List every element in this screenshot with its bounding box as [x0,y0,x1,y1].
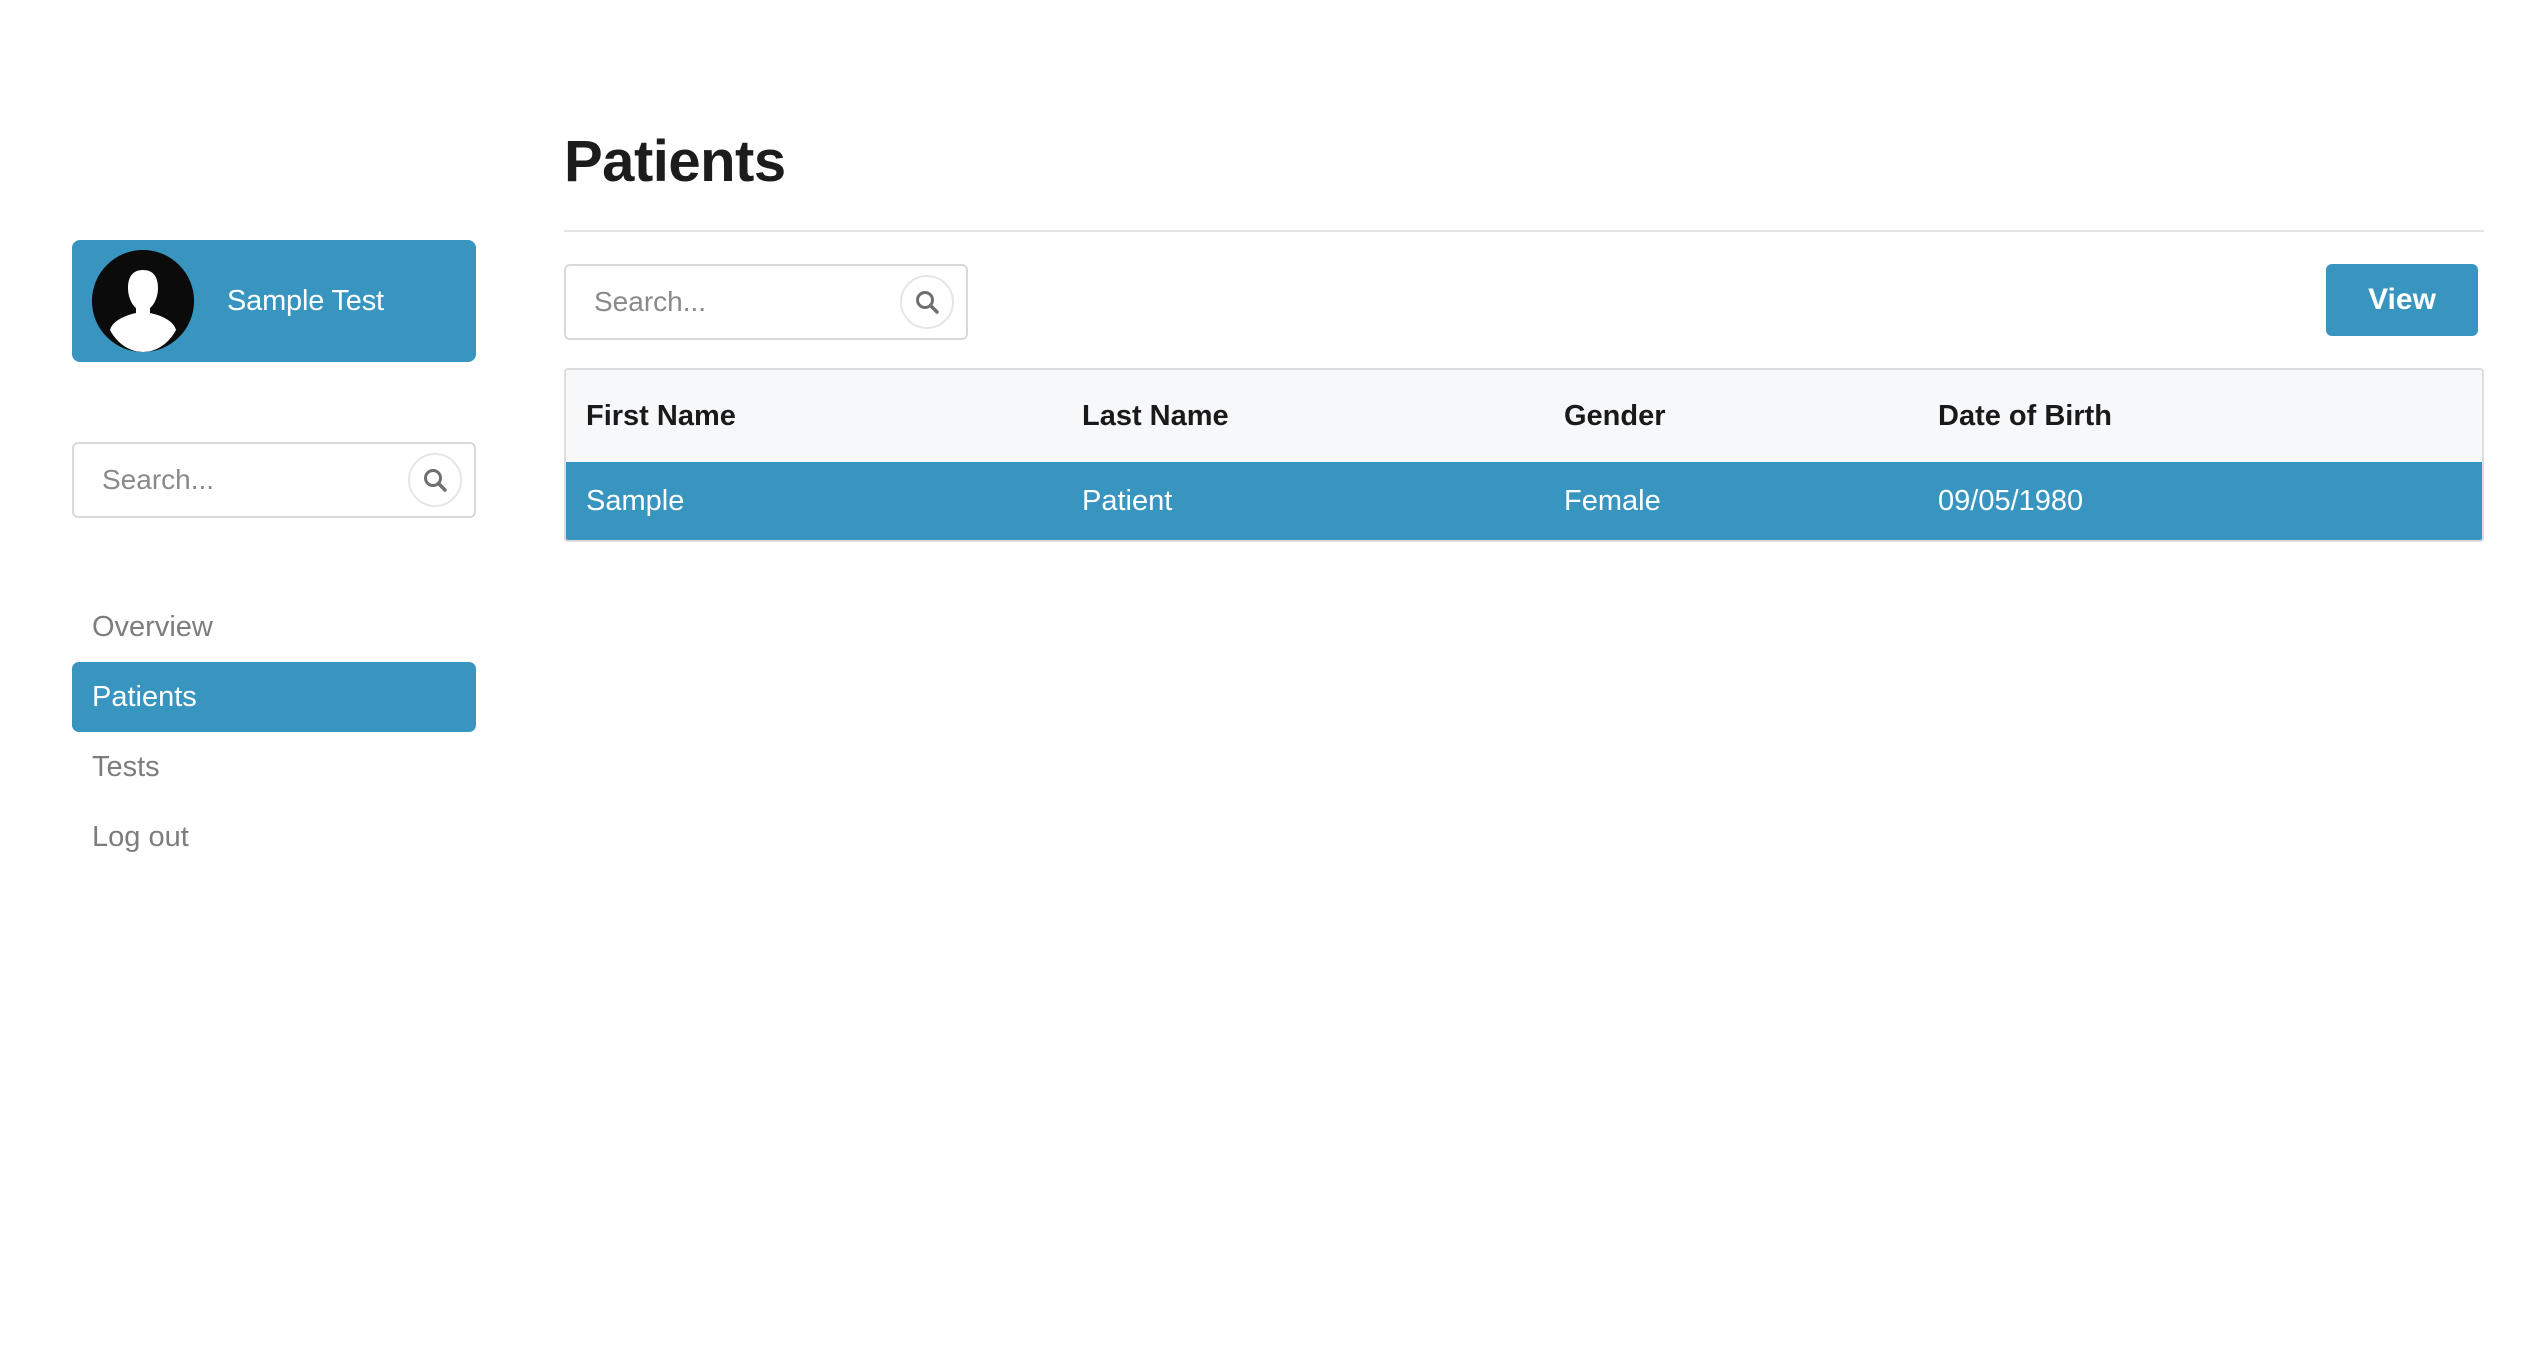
patients-table: First Name Last Name Gender Date of Birt… [564,368,2484,542]
sidebar-item-patients[interactable]: Patients [72,662,476,732]
cell-first-name: Sample [586,484,685,517]
page-title: Patients [564,129,786,194]
view-button[interactable]: View [2326,264,2478,336]
sidebar-item-label: Log out [92,820,189,853]
sidebar-item-label: Patients [92,680,197,713]
sidebar-item-label: Overview [92,610,213,643]
cell-gender: Female [1564,484,1661,517]
search-icon[interactable] [900,275,954,329]
table-row[interactable]: Sample Patient Female 09/05/1980 [566,462,2482,540]
sidebar-item-tests[interactable]: Tests [72,732,476,802]
column-header-first-name[interactable]: First Name [566,400,1062,433]
search-icon[interactable] [408,453,462,507]
user-card[interactable]: Sample Test [72,240,476,362]
column-header-gender[interactable]: Gender [1544,400,1918,433]
title-divider [564,230,2484,232]
patient-search [564,264,968,340]
cell-date-of-birth: 09/05/1980 [1938,484,2084,517]
cell-last-name: Patient [1082,484,1173,517]
sidebar-item-label: Tests [92,750,160,783]
user-silhouette-icon [92,250,194,352]
sidebar-item-overview[interactable]: Overview [72,592,476,662]
sidebar-nav: Overview Patients Tests Log out [72,592,476,872]
column-header-date-of-birth[interactable]: Date of Birth [1918,400,2482,433]
sidebar-item-logout[interactable]: Log out [72,802,476,872]
table-header: First Name Last Name Gender Date of Birt… [566,370,2482,462]
sidebar: Sample Test Overview Patients Tests Log … [72,240,476,872]
sidebar-search [72,442,476,518]
user-name: Sample Test [227,284,384,317]
column-header-last-name[interactable]: Last Name [1062,400,1544,433]
